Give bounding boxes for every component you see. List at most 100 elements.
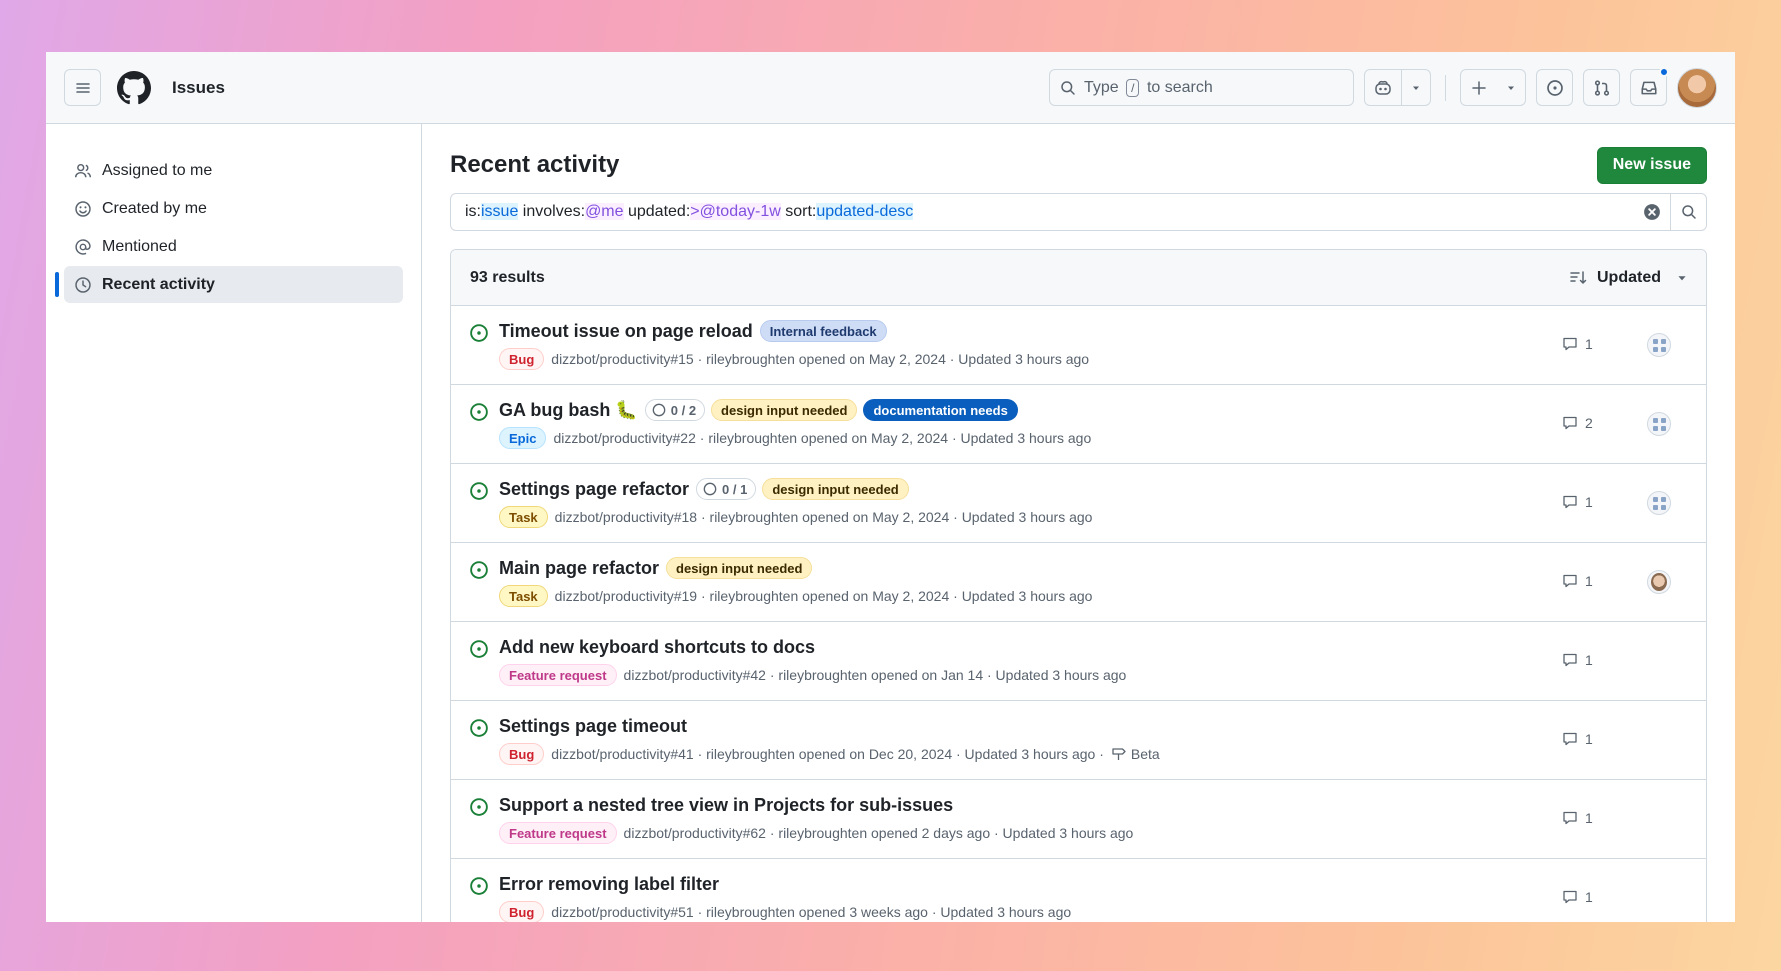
issue-opened-icon <box>470 719 488 737</box>
comment-count[interactable]: 1 <box>1561 573 1593 589</box>
sort-label: Updated <box>1597 268 1661 286</box>
notification-dot <box>1659 67 1669 77</box>
query-value: >@today-1w <box>690 203 781 220</box>
copilot-button[interactable] <box>1365 70 1401 105</box>
menu-button[interactable] <box>64 69 101 106</box>
issue-body: GA bug bash 🐛 0 / 2 design input needed … <box>499 385 1706 463</box>
comment-count[interactable]: 1 <box>1561 652 1593 668</box>
milestone[interactable]: Beta <box>1111 746 1160 762</box>
page-title: Recent activity <box>450 151 620 178</box>
issue-label[interactable]: design input needed <box>666 557 813 579</box>
issue-type-badge[interactable]: Epic <box>499 427 547 449</box>
comment-count[interactable]: 1 <box>1561 731 1593 747</box>
issue-opened-icon <box>470 403 488 421</box>
assignee-avatar[interactable] <box>1647 333 1671 357</box>
run-query-button[interactable] <box>1670 194 1706 230</box>
hamburger-icon <box>75 82 90 93</box>
issue-meta-text: dizzbot/productivity#62 · rileybroughten… <box>623 825 1134 841</box>
issue-title-line: Settings page timeout <box>499 713 1706 739</box>
milestone-icon <box>1112 748 1126 760</box>
issue-title[interactable]: Settings page timeout <box>499 716 687 737</box>
sub-issue-progress[interactable]: 0 / 1 <box>696 478 757 500</box>
comment-count-value: 1 <box>1585 573 1593 589</box>
assignee-avatar[interactable] <box>1647 412 1671 436</box>
issue-label[interactable]: design input needed <box>711 399 858 421</box>
search-icon <box>1061 80 1075 95</box>
global-search[interactable]: Type / to search <box>1049 69 1354 106</box>
sidebar-item-label: Created by me <box>102 199 207 217</box>
copilot-icon <box>1375 80 1391 95</box>
issue-meta: Feature request dizzbot/productivity#42 … <box>499 664 1706 686</box>
clear-query-button[interactable] <box>1634 203 1670 221</box>
sidebar-item-recent-activity[interactable]: Recent activity <box>55 266 403 303</box>
issue-row[interactable]: Error removing label filter Bug dizzbot/… <box>451 859 1706 922</box>
app-title[interactable]: Issues <box>172 78 225 98</box>
issue-body: Settings page refactor 0 / 1 design inpu… <box>499 464 1706 542</box>
issue-row[interactable]: Add new keyboard shortcuts to docs Featu… <box>451 622 1706 701</box>
issue-type-badge[interactable]: Bug <box>499 743 545 765</box>
issue-title[interactable]: Timeout issue on page reload <box>499 321 753 342</box>
smiley-icon <box>75 200 91 217</box>
new-issue-button[interactable]: New issue <box>1596 146 1707 184</box>
issue-label[interactable]: design input needed <box>762 478 909 500</box>
issue-type-badge[interactable]: Task <box>499 585 548 607</box>
issue-body: Add new keyboard shortcuts to docs Featu… <box>499 622 1706 700</box>
sidebar-item-assigned[interactable]: Assigned to me <box>64 152 403 189</box>
sub-issue-progress[interactable]: 0 / 2 <box>644 399 706 421</box>
notifications-button[interactable] <box>1630 67 1669 106</box>
query-text[interactable]: is:issue involves:@me updated:>@today-1w… <box>451 203 1634 221</box>
comment-icon <box>1563 574 1577 588</box>
comment-count[interactable]: 1 <box>1561 810 1593 826</box>
issue-title[interactable]: GA bug bash 🐛 <box>499 400 638 421</box>
issue-row[interactable]: Settings page refactor 0 / 1 design inpu… <box>451 464 1706 543</box>
main-header: Recent activity New issue <box>450 146 1707 184</box>
issue-row[interactable]: Settings page timeout Bug dizzbot/produc… <box>451 701 1706 780</box>
create-new-button[interactable] <box>1461 70 1497 105</box>
issue-row[interactable]: Timeout issue on page reload Internal fe… <box>451 306 1706 385</box>
issue-type-badge[interactable]: Feature request <box>499 822 617 844</box>
user-avatar[interactable] <box>1677 67 1717 108</box>
issue-row[interactable]: GA bug bash 🐛 0 / 2 design input needed … <box>451 385 1706 464</box>
progress-circle-icon <box>652 403 666 417</box>
issue-type-badge[interactable]: Feature request <box>499 664 617 686</box>
issue-body: Support a nested tree view in Projects f… <box>499 780 1706 858</box>
mention-icon <box>75 238 91 255</box>
issue-title[interactable]: Error removing label filter <box>499 874 719 895</box>
query-qualifier: updated: <box>623 203 691 220</box>
content-area: Assigned to me Created by me Mentioned R… <box>46 124 1735 922</box>
query-value: @me <box>585 203 624 220</box>
sidebar-item-mentioned[interactable]: Mentioned <box>64 228 403 265</box>
people-icon <box>74 163 92 177</box>
copilot-dropdown[interactable] <box>1402 70 1430 105</box>
issue-row[interactable]: Main page refactor design input needed T… <box>451 543 1706 622</box>
query-qualifier: involves: <box>518 203 586 220</box>
issue-meta-text: dizzbot/productivity#15 · rileybroughten… <box>551 351 1090 367</box>
issue-type-badge[interactable]: Bug <box>499 901 545 922</box>
issue-row[interactable]: Support a nested tree view in Projects f… <box>451 780 1706 859</box>
create-group[interactable] <box>1460 69 1526 106</box>
assignee-avatar[interactable] <box>1647 491 1671 515</box>
issue-title[interactable]: Settings page refactor <box>499 479 689 500</box>
issue-label[interactable]: Internal feedback <box>759 320 887 342</box>
github-logo[interactable] <box>116 70 152 106</box>
create-dropdown[interactable] <box>1497 70 1525 105</box>
comment-count[interactable]: 2 <box>1561 415 1593 431</box>
issue-query-input[interactable]: is:issue involves:@me updated:>@today-1w… <box>450 193 1707 231</box>
issue-label[interactable]: documentation needs <box>863 399 1018 421</box>
issue-title[interactable]: Add new keyboard shortcuts to docs <box>499 637 815 658</box>
sidebar-item-created[interactable]: Created by me <box>64 190 403 227</box>
sort-dropdown[interactable]: Updated <box>1570 269 1688 287</box>
comment-count-value: 1 <box>1585 889 1593 905</box>
comment-count[interactable]: 1 <box>1561 336 1593 352</box>
clock-icon <box>75 276 91 293</box>
issue-type-badge[interactable]: Bug <box>499 348 545 370</box>
assignee-avatar[interactable] <box>1647 570 1671 594</box>
issues-button[interactable] <box>1536 69 1573 106</box>
pull-requests-button[interactable] <box>1583 69 1620 106</box>
issue-type-badge[interactable]: Task <box>499 506 548 528</box>
issue-title[interactable]: Support a nested tree view in Projects f… <box>499 795 953 816</box>
issue-title[interactable]: Main page refactor <box>499 558 659 579</box>
copilot-group <box>1364 69 1431 106</box>
comment-count[interactable]: 1 <box>1561 889 1593 905</box>
comment-count[interactable]: 1 <box>1561 494 1593 510</box>
